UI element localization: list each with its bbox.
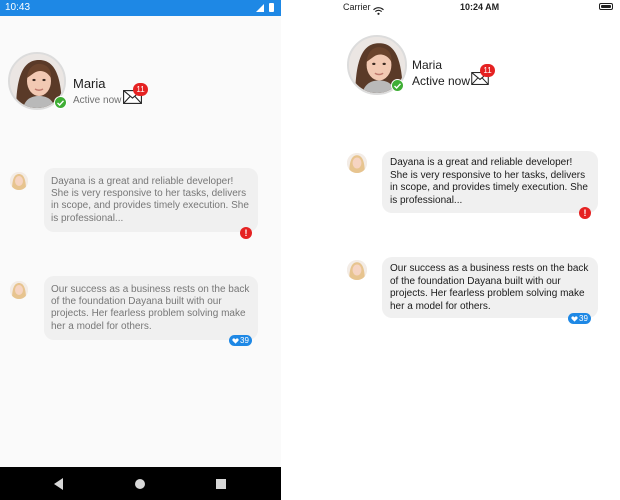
carrier-label: Carrier	[343, 2, 371, 12]
alert-icon[interactable]: !	[579, 207, 591, 219]
likes-badge[interactable]: 39	[229, 335, 252, 346]
status-time: 10:24 AM	[460, 2, 500, 12]
profile-status: Active now	[412, 74, 471, 88]
online-status-icon	[391, 79, 404, 92]
home-icon[interactable]	[135, 479, 145, 489]
status-time: 10:43	[5, 2, 31, 13]
ios-screen: Carrier 10:24 AM Maria Active now 11 Day…	[281, 0, 620, 500]
mail-count-badge: 11	[133, 83, 148, 96]
battery-icon	[269, 3, 274, 12]
message-bubble: Dayana is a great and reliable developer…	[382, 151, 598, 213]
alert-icon[interactable]: !	[240, 227, 252, 239]
heart-icon	[571, 315, 578, 322]
message-avatar	[10, 281, 28, 299]
recents-icon[interactable]	[216, 479, 226, 489]
message-avatar	[10, 172, 28, 190]
back-icon[interactable]	[54, 478, 63, 490]
android-nav-bar	[0, 467, 281, 500]
wifi-icon	[373, 2, 384, 20]
message-bubble: Our success as a business rests on the b…	[382, 257, 598, 318]
message-avatar	[347, 260, 367, 280]
heart-icon	[232, 337, 239, 344]
message-bubble: Our success as a business rests on the b…	[44, 276, 258, 340]
signal-icon	[256, 4, 264, 12]
profile-status: Active now	[73, 95, 122, 106]
profile-name: Maria	[73, 76, 106, 91]
likes-count: 39	[240, 336, 249, 345]
battery-icon	[599, 3, 613, 10]
online-status-icon	[54, 96, 67, 109]
android-screen: 10:43 Maria Active now 11 Dayana is a gr…	[0, 0, 281, 500]
likes-badge[interactable]: 39	[568, 313, 591, 324]
android-status-bar: 10:43	[0, 0, 281, 16]
profile-name: Maria	[412, 58, 443, 72]
likes-count: 39	[579, 314, 588, 323]
mail-count-badge: 11	[480, 64, 495, 77]
message-avatar	[347, 153, 367, 173]
message-bubble: Dayana is a great and reliable developer…	[44, 168, 258, 232]
